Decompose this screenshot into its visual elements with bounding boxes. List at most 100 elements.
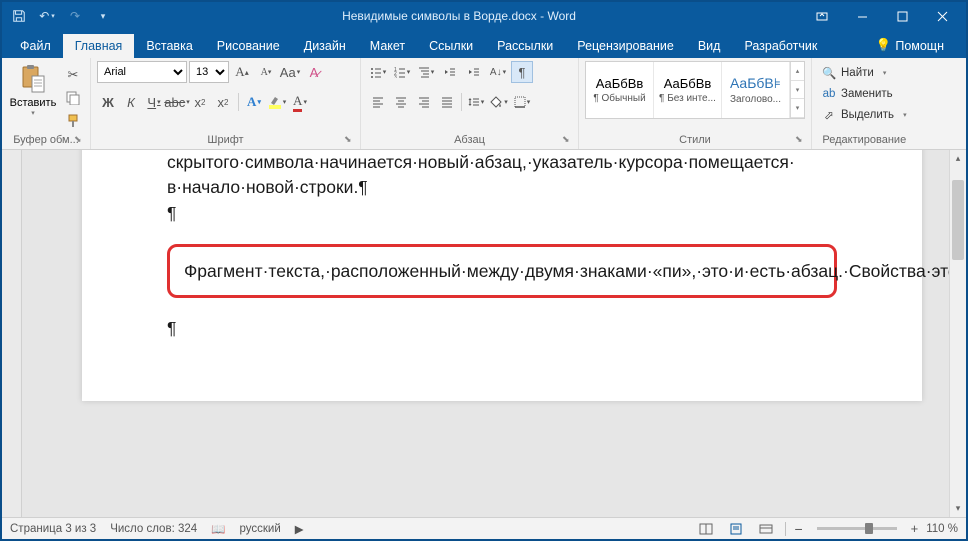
align-center-button[interactable] <box>390 91 412 113</box>
subscript-button[interactable]: x2 <box>189 91 211 113</box>
doc-pilcrow: ¶ <box>167 201 837 226</box>
vertical-scrollbar[interactable]: ▴ ▾ <box>949 150 966 517</box>
zoom-out-button[interactable]: − <box>794 521 802 537</box>
paragraph-dialog-launcher[interactable]: ⬊ <box>562 134 574 146</box>
tab-references[interactable]: Ссылки <box>417 34 485 58</box>
line-spacing-button[interactable] <box>465 91 487 113</box>
tab-view[interactable]: Вид <box>686 34 733 58</box>
maximize-button[interactable] <box>882 2 922 30</box>
italic-button[interactable]: К <box>120 91 142 113</box>
shading-button[interactable] <box>488 91 510 113</box>
decrease-indent-button[interactable] <box>439 61 461 83</box>
tab-layout[interactable]: Макет <box>358 34 417 58</box>
font-size-select[interactable]: 13 <box>189 61 229 83</box>
font-dialog-launcher[interactable]: ⬊ <box>344 134 356 146</box>
doc-line: скрытого·символа·начинается·новый·абзац,… <box>167 150 837 175</box>
paste-button[interactable]: Вставить ▾ <box>8 61 58 117</box>
title-bar: ↶▾ ↷ ▾ Невидимые символы в Ворде.docx - … <box>2 2 966 30</box>
page[interactable]: скрытого·символа·начинается·новый·абзац,… <box>82 150 922 401</box>
zoom-level[interactable]: 110 % <box>926 523 958 535</box>
group-clipboard: Вставить ▾ ✂ Буфер обм... ⬊ <box>2 58 91 149</box>
group-editing: 🔍Найти▾ abЗаменить ⬀Выделить▾ Редактиров… <box>812 58 917 149</box>
group-paragraph: 123 A↓ ¶ Абзац ⬊ <box>361 58 579 149</box>
view-read-mode[interactable] <box>695 520 717 538</box>
tab-review[interactable]: Рецензирование <box>565 34 686 58</box>
format-painter-button[interactable] <box>62 111 84 131</box>
scroll-thumb[interactable] <box>952 180 964 260</box>
ribbon: Вставить ▾ ✂ Буфер обм... ⬊ Arial 13 A ▴ … <box>2 58 966 150</box>
tab-home[interactable]: Главная <box>63 34 135 58</box>
styles-dialog-launcher[interactable]: ⬊ <box>795 134 807 146</box>
view-web-layout[interactable] <box>755 520 777 538</box>
document-area: скрытого·символа·начинается·новый·абзац,… <box>2 150 966 517</box>
increase-indent-button[interactable] <box>463 61 485 83</box>
cursor-icon: ⬀ <box>822 108 836 122</box>
find-button[interactable]: 🔍Найти▾ <box>818 63 911 83</box>
styles-scroll-down[interactable]: ▾ <box>791 81 804 100</box>
superscript-button[interactable]: x2 <box>212 91 234 113</box>
document-viewport[interactable]: скрытого·символа·начинается·новый·абзац,… <box>22 150 949 517</box>
ribbon-tabs: Файл Главная Вставка Рисование Дизайн Ма… <box>2 30 966 58</box>
style-normal[interactable]: АаБбВв ¶ Обычный <box>586 62 654 118</box>
multilevel-button[interactable] <box>415 61 437 83</box>
styles-scroll-up[interactable]: ▴ <box>791 62 804 81</box>
tab-design[interactable]: Дизайн <box>292 34 358 58</box>
redo-button[interactable]: ↷ <box>62 4 88 28</box>
numbering-button[interactable]: 123 <box>391 61 413 83</box>
cut-button[interactable]: ✂ <box>62 65 84 85</box>
tab-mailings[interactable]: Рассылки <box>485 34 565 58</box>
underline-button[interactable]: Ч <box>143 91 165 113</box>
font-name-select[interactable]: Arial <box>97 61 187 83</box>
tab-developer[interactable]: Разработчик <box>732 34 829 58</box>
grow-font-button[interactable]: A▴ <box>231 61 253 83</box>
group-styles: АаБбВв ¶ Обычный АаБбВв ¶ Без инте... Аа… <box>579 58 812 149</box>
justify-button[interactable] <box>436 91 458 113</box>
text-effects-button[interactable]: A <box>243 91 265 113</box>
shrink-font-button[interactable]: A▾ <box>255 61 277 83</box>
clear-format-button[interactable]: A̷ <box>303 61 325 83</box>
status-macro-icon[interactable]: ▶ <box>295 522 304 536</box>
font-color-button[interactable]: A <box>289 91 311 113</box>
vertical-ruler[interactable] <box>2 150 22 517</box>
replace-button[interactable]: abЗаменить <box>818 84 911 104</box>
ribbon-display-options[interactable] <box>802 2 842 30</box>
save-button[interactable] <box>6 4 32 28</box>
change-case-button[interactable]: Aa <box>279 61 301 83</box>
tab-insert[interactable]: Вставка <box>134 34 204 58</box>
select-button[interactable]: ⬀Выделить▾ <box>818 105 911 125</box>
tell-me[interactable]: 💡Помощн <box>864 33 956 58</box>
status-bar: Страница 3 из 3 Число слов: 324 📖 русски… <box>2 517 966 539</box>
bullets-button[interactable] <box>367 61 389 83</box>
highlight-button[interactable] <box>266 91 288 113</box>
zoom-in-button[interactable]: + <box>911 521 919 536</box>
close-button[interactable] <box>922 2 962 30</box>
style-no-spacing[interactable]: АаБбВв ¶ Без инте... <box>654 62 722 118</box>
minimize-button[interactable] <box>842 2 882 30</box>
copy-button[interactable] <box>62 88 84 108</box>
borders-button[interactable] <box>511 91 533 113</box>
status-language[interactable]: русский <box>239 523 280 535</box>
undo-button[interactable]: ↶▾ <box>34 4 60 28</box>
doc-paragraph: Фрагмент·текста,·расположенный·между·дву… <box>184 261 949 281</box>
tab-draw[interactable]: Рисование <box>205 34 292 58</box>
scroll-down-button[interactable]: ▾ <box>950 500 966 517</box>
scroll-up-button[interactable]: ▴ <box>950 150 966 167</box>
qat-customize[interactable]: ▾ <box>90 4 116 28</box>
styles-scroll: ▴ ▾ ▾ <box>790 62 804 118</box>
style-heading1[interactable]: АаБбВ⊧ Заголово... <box>722 62 790 118</box>
styles-expand[interactable]: ▾ <box>791 99 804 118</box>
align-right-button[interactable] <box>413 91 435 113</box>
tab-file[interactable]: Файл <box>8 34 63 58</box>
show-paragraph-marks-button[interactable]: ¶ <box>511 61 533 83</box>
status-spell-icon[interactable]: 📖 <box>211 522 225 536</box>
bold-button[interactable]: Ж <box>97 91 119 113</box>
clipboard-dialog-launcher[interactable]: ⬊ <box>74 134 86 146</box>
align-left-button[interactable] <box>367 91 389 113</box>
sort-button[interactable]: A↓ <box>487 61 509 83</box>
strikethrough-button[interactable]: abc <box>166 91 188 113</box>
status-page[interactable]: Страница 3 из 3 <box>10 523 96 535</box>
highlighted-paragraph: Фрагмент·текста,·расположенный·между·дву… <box>167 244 837 299</box>
status-word-count[interactable]: Число слов: 324 <box>110 523 197 535</box>
zoom-slider[interactable] <box>817 527 897 530</box>
view-print-layout[interactable] <box>725 520 747 538</box>
